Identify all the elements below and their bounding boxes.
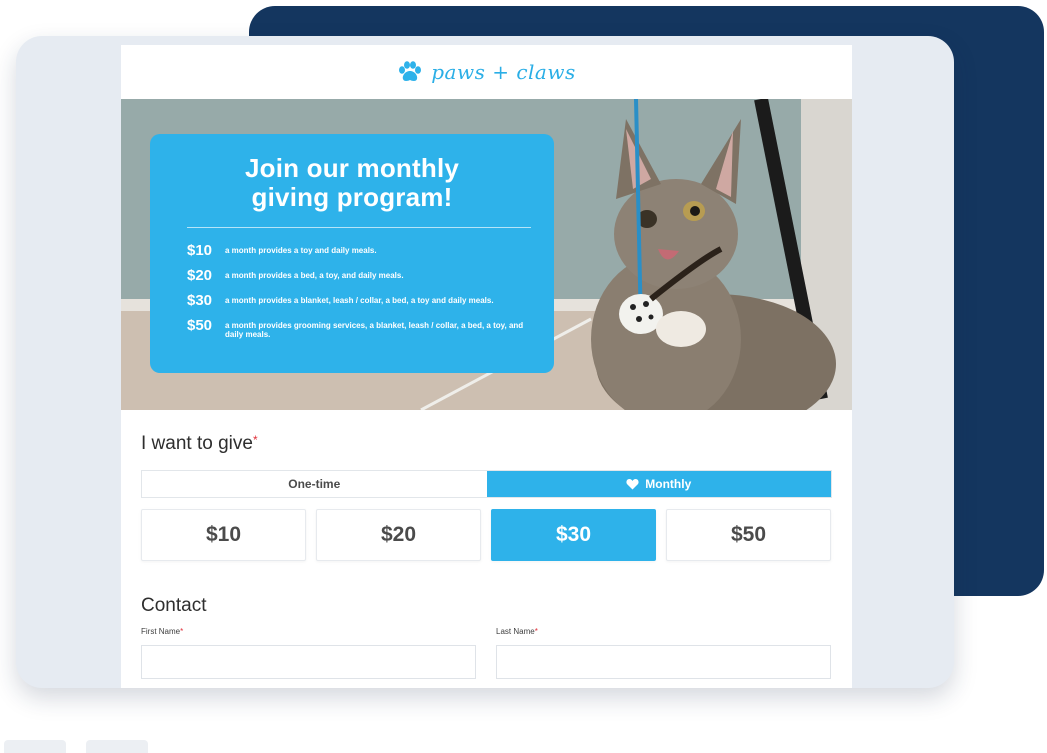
contact-heading: Contact xyxy=(141,595,207,616)
amount-button-10[interactable]: $10 xyxy=(141,509,306,561)
promo-title: Join our monthly giving program! xyxy=(244,153,460,212)
one-time-tab[interactable]: One-time xyxy=(142,471,487,497)
frequency-toggle: One-time Monthly xyxy=(141,470,832,498)
last-name-label-text: Last Name xyxy=(496,627,535,636)
tier-description: a month provides a toy and daily meals. xyxy=(225,246,377,255)
tier-description: a month provides a bed, a toy, and daily… xyxy=(225,271,404,280)
tier-row: $10 a month provides a toy and daily mea… xyxy=(187,243,534,258)
donation-page: paws + claws Join our monthly giving pro… xyxy=(121,45,852,688)
header: paws + claws xyxy=(121,45,852,99)
one-time-label: One-time xyxy=(288,477,341,491)
amount-button-20[interactable]: $20 xyxy=(316,509,481,561)
first-name-label: First Name* xyxy=(141,627,476,639)
tier-description: a month provides grooming services, a bl… xyxy=(225,321,524,339)
tier-amount: $50 xyxy=(187,317,213,334)
first-name-input[interactable] xyxy=(141,645,476,679)
tier-description: a month provides a blanket, leash / coll… xyxy=(225,296,494,305)
monthly-program-card: Join our monthly giving program! $10 a m… xyxy=(150,134,554,373)
required-mark: * xyxy=(180,627,184,636)
device-frame: paws + claws Join our monthly giving pro… xyxy=(16,36,954,688)
give-title: I want to give xyxy=(141,433,253,454)
tier-row: $30 a month provides a blanket, leash / … xyxy=(187,293,534,308)
last-name-group: Last Name* xyxy=(496,627,831,679)
contact-fields: First Name* Last Name* xyxy=(141,627,832,679)
last-name-label: Last Name* xyxy=(496,627,831,639)
donation-form: I want to give* One-time Monthly $10 $20… xyxy=(121,433,852,679)
monthly-label: Monthly xyxy=(645,477,692,491)
amount-button-50[interactable]: $50 xyxy=(666,509,831,561)
tier-amount: $30 xyxy=(187,292,213,309)
required-mark: * xyxy=(534,627,538,636)
first-name-group: First Name* xyxy=(141,627,476,679)
tab-stub xyxy=(4,740,66,753)
heart-icon xyxy=(626,478,639,490)
required-mark: * xyxy=(252,433,258,447)
tier-row: $20 a month provides a bed, a toy, and d… xyxy=(187,268,534,283)
hero-banner: Join our monthly giving program! $10 a m… xyxy=(121,99,852,410)
first-name-label-text: First Name xyxy=(141,627,181,636)
divider xyxy=(187,227,531,228)
logo-text: paws + claws xyxy=(431,60,576,84)
monthly-tab[interactable]: Monthly xyxy=(486,471,831,497)
give-heading: I want to give* xyxy=(141,433,832,458)
last-name-input[interactable] xyxy=(496,645,831,679)
tier-row: $50 a month provides grooming services, … xyxy=(187,318,534,339)
paw-icon xyxy=(399,61,422,81)
amount-button-30[interactable]: $30 xyxy=(491,509,656,561)
tier-amount: $20 xyxy=(187,267,213,284)
tier-amount: $10 xyxy=(187,242,213,259)
tab-stub xyxy=(86,740,148,753)
amount-options: $10 $20 $30 $50 xyxy=(141,509,832,561)
